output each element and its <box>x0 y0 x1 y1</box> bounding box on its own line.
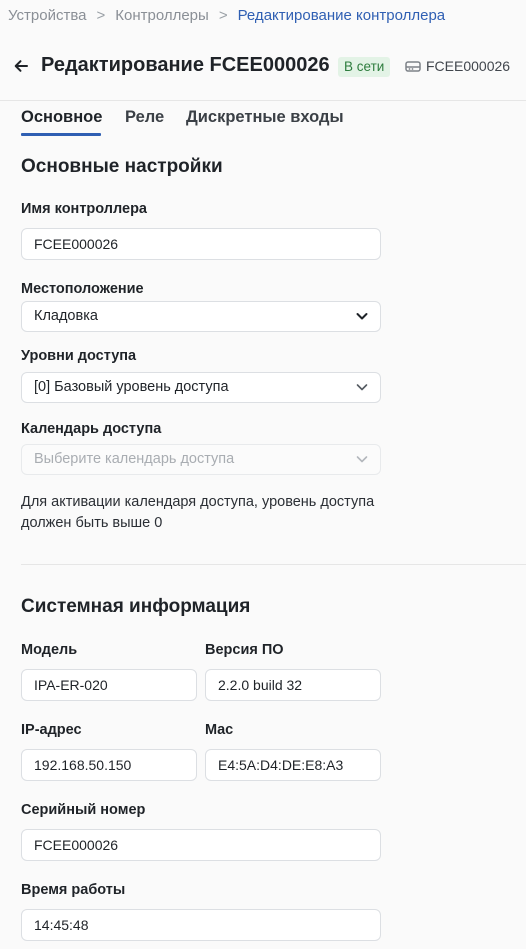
chevron-down-icon <box>356 384 368 391</box>
access-levels-label: Уровни доступа <box>21 348 137 364</box>
controller-name-input[interactable]: FCEE000026 <box>21 228 381 260</box>
ip-address-label: IP-адрес <box>21 722 82 738</box>
access-calendar-select[interactable]: Выберите календарь доступа <box>21 444 381 475</box>
tab-discrete-inputs[interactable]: Дискретные входы <box>186 108 344 127</box>
uptime-field[interactable]: 14:45:48 <box>21 909 381 941</box>
active-tab-indicator <box>21 133 101 136</box>
access-calendar-placeholder: Выберите календарь доступа <box>34 451 235 467</box>
model-field[interactable]: IPA-ER-020 <box>21 669 197 701</box>
device-id: FCEE000026 <box>426 58 511 74</box>
controller-icon <box>405 61 421 72</box>
arrow-left-icon[interactable] <box>13 58 29 74</box>
chevron-right-icon: > <box>96 6 106 24</box>
access-calendar-label: Календарь доступа <box>21 421 162 437</box>
chevron-down-icon <box>356 313 368 320</box>
chevron-right-icon: > <box>218 6 228 24</box>
breadcrumb: Устройства > Контроллеры > Редактировани… <box>8 4 445 26</box>
page-header: Редактирование FCEE000026 В сети FCEE000… <box>0 44 526 90</box>
access-calendar-hint: Для активации календаря доступа, уровень… <box>21 494 375 531</box>
tab-relays[interactable]: Реле <box>125 108 164 127</box>
mac-address-label: Mac <box>205 722 234 738</box>
model-label: Модель <box>21 642 78 658</box>
device-id-chip: FCEE000026 <box>405 58 510 74</box>
location-select-value: Кладовка <box>34 308 98 324</box>
uptime-label: Время работы <box>21 882 126 898</box>
page-title: Редактирование FCEE000026 <box>41 54 330 76</box>
system-info-title: Системная информация <box>21 596 251 617</box>
ip-address-field[interactable]: 192.168.50.150 <box>21 749 197 781</box>
access-levels-select[interactable]: [0] Базовый уровень доступа <box>21 372 381 403</box>
breadcrumb-edit-controller: Редактирование контроллера <box>237 6 446 24</box>
breadcrumb-devices[interactable]: Устройства <box>8 7 86 24</box>
mac-address-field[interactable]: E4:5A:D4:DE:E8:A3 <box>205 749 381 781</box>
basic-settings-title: Основные настройки <box>21 156 223 177</box>
serial-number-field[interactable]: FCEE000026 <box>21 829 381 861</box>
firmware-version-field[interactable]: 2.2.0 build 32 <box>205 669 381 701</box>
serial-number-label: Серийный номер <box>21 802 146 818</box>
access-levels-select-value: [0] Базовый уровень доступа <box>34 379 229 395</box>
section-divider <box>21 564 526 565</box>
header-divider <box>0 100 526 101</box>
controller-name-label: Имя контроллера <box>21 201 147 217</box>
chevron-down-icon <box>356 456 368 463</box>
location-select[interactable]: Кладовка <box>21 301 381 332</box>
breadcrumb-controllers[interactable]: Контроллеры <box>115 7 209 24</box>
firmware-version-label: Версия ПО <box>205 642 284 658</box>
tab-main[interactable]: Основное <box>21 108 102 127</box>
location-label: Местоположение <box>21 281 144 297</box>
status-badge: В сети <box>338 57 391 77</box>
